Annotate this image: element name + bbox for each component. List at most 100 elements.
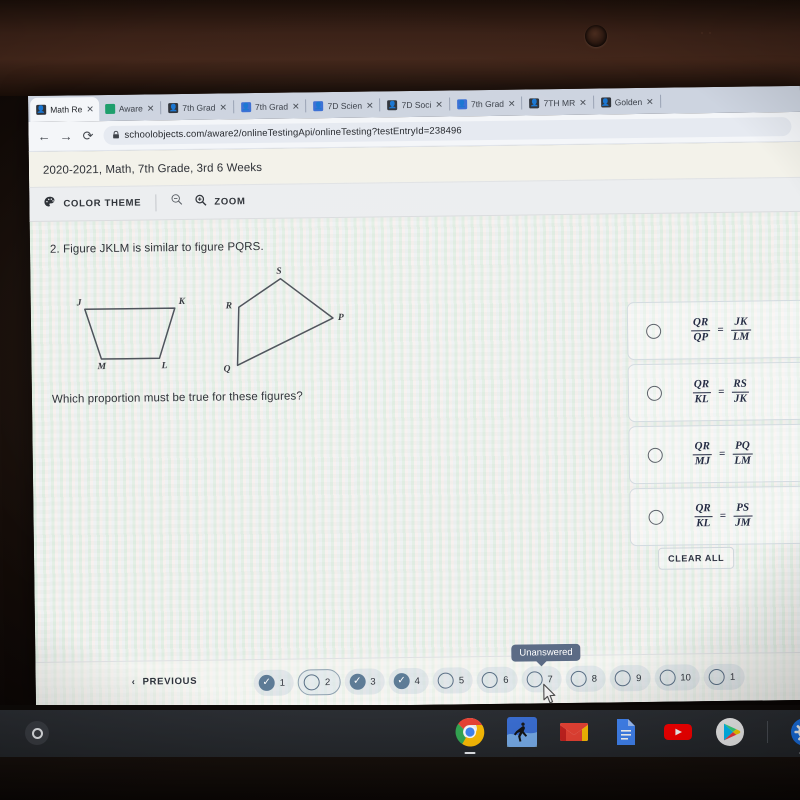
launcher-button[interactable] xyxy=(25,721,49,745)
circle-icon xyxy=(437,672,454,689)
figure-pqrs-vertex-s: S xyxy=(276,266,282,277)
color-theme-label: COLOR THEME xyxy=(63,197,142,210)
question-number: 1 xyxy=(729,671,736,683)
question-number: 4 xyxy=(414,675,420,687)
question-nav-1[interactable]: ✓ 1 xyxy=(253,669,295,697)
question-nav-10[interactable]: 10 xyxy=(654,664,701,691)
tab-divider xyxy=(521,96,523,110)
shelf-app-list xyxy=(455,717,800,754)
back-icon[interactable]: ← xyxy=(37,129,50,144)
circle-icon xyxy=(614,670,632,687)
question-nav-8[interactable]: 8 xyxy=(565,665,607,693)
browser-tab-3[interactable]: 👤 7th Grad ✕ xyxy=(235,94,305,119)
address-bar[interactable]: schoolobjects.com/aware2/onlineTestingAp… xyxy=(103,117,792,146)
close-icon[interactable]: ✕ xyxy=(646,96,654,106)
question-nav-2[interactable]: 2 Unanswered xyxy=(297,643,581,696)
question-number: 8 xyxy=(591,673,598,685)
question-nav-4[interactable]: ✓ 4 xyxy=(388,667,430,695)
close-icon[interactable]: ✕ xyxy=(147,103,155,113)
answer-choice-3[interactable]: QR KL = PS JM xyxy=(629,485,800,547)
browser-tab-5[interactable]: 👤 7D Soci ✕ xyxy=(381,93,448,118)
answer-choice-list: QR QP = JK LM QR KL = RS JK QR MJ = PQ L… xyxy=(626,299,800,550)
reload-icon[interactable]: ⟳ xyxy=(81,128,94,143)
shelf-divider xyxy=(767,721,768,743)
question-nav-11[interactable]: 1 xyxy=(703,663,745,691)
tab-label: Math Re xyxy=(50,104,83,115)
browser-tab-0[interactable]: 👤 Math Re ✕ xyxy=(30,97,100,122)
close-icon[interactable]: ✕ xyxy=(366,100,374,110)
numerator: QR xyxy=(692,316,709,329)
check-icon: ✓ xyxy=(349,673,366,690)
gmail-icon[interactable] xyxy=(559,717,589,747)
answer-choice-1[interactable]: QR KL = RS JK xyxy=(627,361,800,423)
close-icon[interactable]: ✕ xyxy=(508,98,516,108)
laptop-bottom-bezel xyxy=(0,757,800,800)
close-icon[interactable]: ✕ xyxy=(579,97,587,107)
contact-icon: 👤 xyxy=(168,103,179,114)
play-store-icon[interactable] xyxy=(715,717,745,747)
close-icon[interactable]: ✕ xyxy=(219,102,227,112)
fraction-right: PQ LM xyxy=(732,440,753,468)
browser-tab-4[interactable]: 👤 7D Scien ✕ xyxy=(307,93,378,118)
settings-icon[interactable] xyxy=(790,717,800,754)
question-number: 10 xyxy=(680,671,691,684)
answer-choice-0-expression: QR QP = JK LM xyxy=(691,316,752,345)
question-nav-3[interactable]: ✓ 3 xyxy=(344,668,385,695)
tab-label: Aware xyxy=(118,103,143,114)
question-nav-5[interactable]: 5 xyxy=(432,667,474,694)
zoom-out-icon[interactable] xyxy=(170,193,183,211)
browser-tab-2[interactable]: 👤 7th Grad ✕ xyxy=(162,95,232,120)
figure-jklm-vertex-k: K xyxy=(178,297,186,308)
clear-all-button[interactable]: CLEAR ALL xyxy=(657,546,735,570)
chrome-icon[interactable] xyxy=(455,717,485,754)
check-icon: ✓ xyxy=(258,674,275,692)
fraction-right: PS JM xyxy=(733,502,753,530)
figure-pqrs xyxy=(236,278,334,367)
browser-tab-1[interactable]: Aware ✕ xyxy=(99,96,160,121)
browser-tab-8[interactable]: 👤 Golden ✕ xyxy=(595,90,659,115)
numerator: QR xyxy=(695,502,711,515)
question-nav-9[interactable]: 9 xyxy=(609,664,651,692)
circle-icon xyxy=(482,671,499,689)
browser-tab-7[interactable]: 👤 7TH MR ✕ xyxy=(523,91,591,116)
question-nav-6[interactable]: 6 xyxy=(476,666,518,694)
close-icon[interactable]: ✕ xyxy=(435,99,443,109)
radio-button[interactable] xyxy=(647,447,663,463)
tab-divider xyxy=(592,95,594,109)
contact-icon: 👤 xyxy=(387,100,398,111)
chromebook-screen: 👤 Math Re ✕ Aware ✕ 👤 7th Grad ✕ 👤 7th G… xyxy=(28,85,800,710)
zoom-in-button[interactable]: ZOOM xyxy=(194,191,246,212)
tab-label: 7D Scien xyxy=(327,100,363,112)
color-theme-button[interactable]: COLOR THEME xyxy=(43,192,151,213)
fraction-left: QR QP xyxy=(691,316,711,345)
globe-icon xyxy=(104,103,115,114)
tab-divider xyxy=(305,98,307,112)
denominator: LM xyxy=(730,329,752,344)
answer-choice-2[interactable]: QR MJ = PQ LM xyxy=(628,423,800,485)
google-docs-icon[interactable] xyxy=(611,717,641,747)
gonoodle-icon[interactable] xyxy=(507,717,537,747)
radio-button[interactable] xyxy=(646,385,663,401)
radio-button[interactable] xyxy=(648,509,664,525)
numerator: PS xyxy=(736,501,750,514)
figure-jklm-vertex-j: J xyxy=(76,298,82,309)
previous-button[interactable]: ‹ PREVIOUS xyxy=(132,676,198,688)
answer-choice-0[interactable]: QR QP = JK LM xyxy=(626,299,800,361)
close-icon[interactable]: ✕ xyxy=(86,104,94,114)
close-icon[interactable]: ✕ xyxy=(292,101,300,111)
forward-icon[interactable]: → xyxy=(59,128,72,143)
answer-choice-1-expression: QR KL = RS JK xyxy=(692,378,749,407)
youtube-icon[interactable] xyxy=(663,717,693,747)
equals-sign: = xyxy=(718,385,725,398)
figure-jklm-vertex-m: M xyxy=(97,362,107,373)
laptop-top-bezel xyxy=(0,0,800,96)
tab-label: 7D Soci xyxy=(401,99,432,111)
question-number-list: ✓ 1 2 Unanswered ✓ 3 ✓ 4 5 6 7 8 9 10 1 xyxy=(253,643,745,704)
tab-label: 7th Grad xyxy=(182,102,216,113)
tab-label: 7th Grad xyxy=(254,101,289,113)
tab-divider xyxy=(379,97,381,111)
answer-choice-2-expression: QR MJ = PQ LM xyxy=(692,440,753,469)
webcam-icon xyxy=(585,25,607,47)
radio-button[interactable] xyxy=(646,323,662,339)
browser-tab-6[interactable]: 👤 7th Grad ✕ xyxy=(451,92,521,117)
